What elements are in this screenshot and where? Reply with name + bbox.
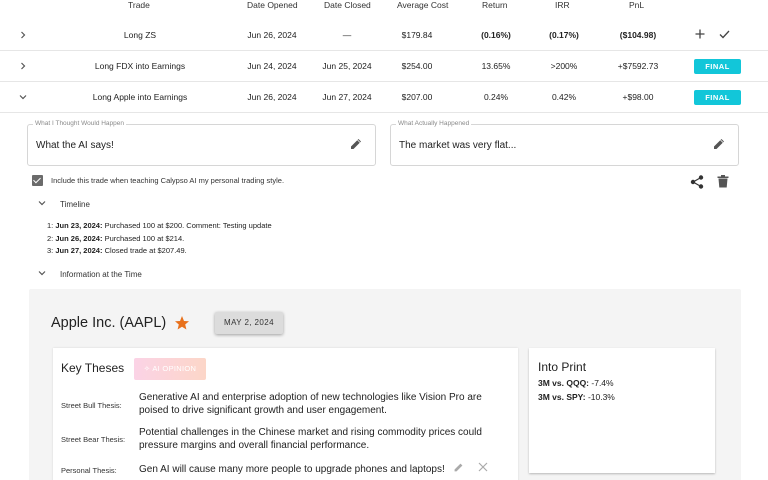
include-label: Include this trade when teaching Calypso… [51,175,285,185]
return-value: 13.65% [481,61,511,71]
timeline-toggle[interactable]: Timeline [38,198,90,210]
chevron-right-icon[interactable] [16,51,30,81]
timeline-item: 3: Jun 27, 2024: Closed trade at $207.49… [47,246,187,255]
info-label: Information at the Time [60,269,142,279]
into-print-qqq: 3M vs. QQQ: -7.4% [538,378,614,388]
average-cost: $207.00 [401,92,433,102]
table-row[interactable]: Long ZS Jun 26, 2024 — $179.84 (0.16%) (… [0,20,768,51]
close-icon[interactable] [478,462,488,476]
bull-thesis-text: Generative AI and enterprise adoption of… [139,392,482,416]
pnl-value: +$98.00 [622,92,654,102]
chevron-right-icon[interactable] [16,20,30,50]
check-icon[interactable] [719,28,730,42]
date-closed: Jun 27, 2024 [322,92,372,102]
actual-field[interactable]: What Actually Happened The market was ve… [390,120,739,166]
pencil-icon[interactable] [453,462,464,476]
table-row[interactable]: Long FDX into Earnings Jun 24, 2024 Jun … [0,51,768,82]
into-print-spy: 3M vs. SPY: -10.3% [538,392,615,402]
into-print-title: Into Print [538,360,587,374]
irr-value: (0.17%) [549,30,579,40]
date-closed: Jun 25, 2024 [322,61,372,71]
timeline-label: Timeline [60,199,90,209]
personal-thesis-actions [453,462,488,476]
trash-icon[interactable] [717,175,729,188]
date-opened: Jun 26, 2024 [247,92,297,102]
pnl-value: ($104.98) [619,30,657,40]
personal-thesis-label: Personal Thesis: [61,466,117,475]
bear-thesis-label: Street Bear Thesis: [61,435,126,444]
date-opened: Jun 24, 2024 [247,61,297,71]
col-pnl[interactable]: PnL [629,0,644,10]
trade-name: Long Apple into Earnings [92,92,188,102]
include-trade-option: Include this trade when teaching Calypso… [32,174,284,186]
average-cost: $179.84 [401,30,433,40]
col-date-opened[interactable]: Date Opened [247,0,298,10]
irr-value: >200% [550,61,578,71]
star-icon[interactable] [174,315,190,331]
personal-thesis-text: Gen AI will cause many more people to up… [139,464,445,475]
timeline-item: 2: Jun 26, 2024: Purchased 100 at $214. [47,233,185,243]
table-header: Trade Date Opened Date Closed Average Co… [0,0,768,14]
date-chip[interactable]: MAY 2, 2024 [215,312,283,334]
pnl-value: +$7592.73 [617,61,659,71]
ai-opinion-button[interactable]: ✧ AI OPINION [134,358,206,380]
thought-label: What I Thought Would Happen [33,120,127,127]
row-actions [695,20,730,50]
pencil-icon[interactable] [349,137,363,151]
thought-value: What the AI says! [36,140,114,151]
col-irr[interactable]: IRR [555,0,570,10]
pencil-icon[interactable] [712,137,726,151]
trade-name: Long FDX into Earnings [94,61,186,71]
timeline-list: 1: Jun 23, 2024: Purchased 100 at $200. … [47,220,272,258]
table-row[interactable]: Long Apple into Earnings Jun 26, 2024 Ju… [0,82,768,113]
return-value: 0.24% [483,92,509,102]
thought-field[interactable]: What I Thought Would Happen What the AI … [27,120,376,166]
include-checkbox[interactable] [32,174,43,186]
actual-value: The market was very flat... [399,140,517,151]
return-value: (0.16%) [481,30,511,40]
timeline-item: 1: Jun 23, 2024: Purchased 100 at $200. … [47,221,272,230]
bear-thesis-text: Potential challenges in the Chinese mark… [139,427,482,451]
into-print-card: Into Print 3M vs. QQQ: -7.4% 3M vs. SPY:… [529,348,715,473]
chevron-down-icon [38,269,46,279]
status-badge-final: FINAL [694,59,741,74]
key-theses-card: Key Theses ✧ AI OPINION Street Bull Thes… [53,348,518,480]
plus-icon[interactable] [695,28,705,42]
trade-name: Long ZS [123,30,157,40]
actual-label: What Actually Happened [396,120,472,127]
col-return[interactable]: Return [482,0,508,10]
date-closed: — [342,30,352,40]
info-toggle[interactable]: Information at the Time [38,268,142,280]
date-opened: Jun 26, 2024 [247,30,297,40]
col-trade[interactable]: Trade [128,0,150,10]
average-cost: $254.00 [401,61,433,71]
chevron-down-icon [38,199,46,209]
col-average-cost[interactable]: Average Cost [397,0,448,10]
col-date-closed[interactable]: Date Closed [324,0,371,10]
key-theses-title: Key Theses [61,361,125,375]
chevron-down-icon[interactable] [16,82,30,112]
irr-value: 0.42% [551,92,577,102]
share-icon[interactable] [690,175,704,189]
bull-thesis-label: Street Bull Thesis: [61,401,122,410]
status-badge-final: FINAL [694,90,741,105]
company-name: Apple Inc. (AAPL) [51,315,167,331]
